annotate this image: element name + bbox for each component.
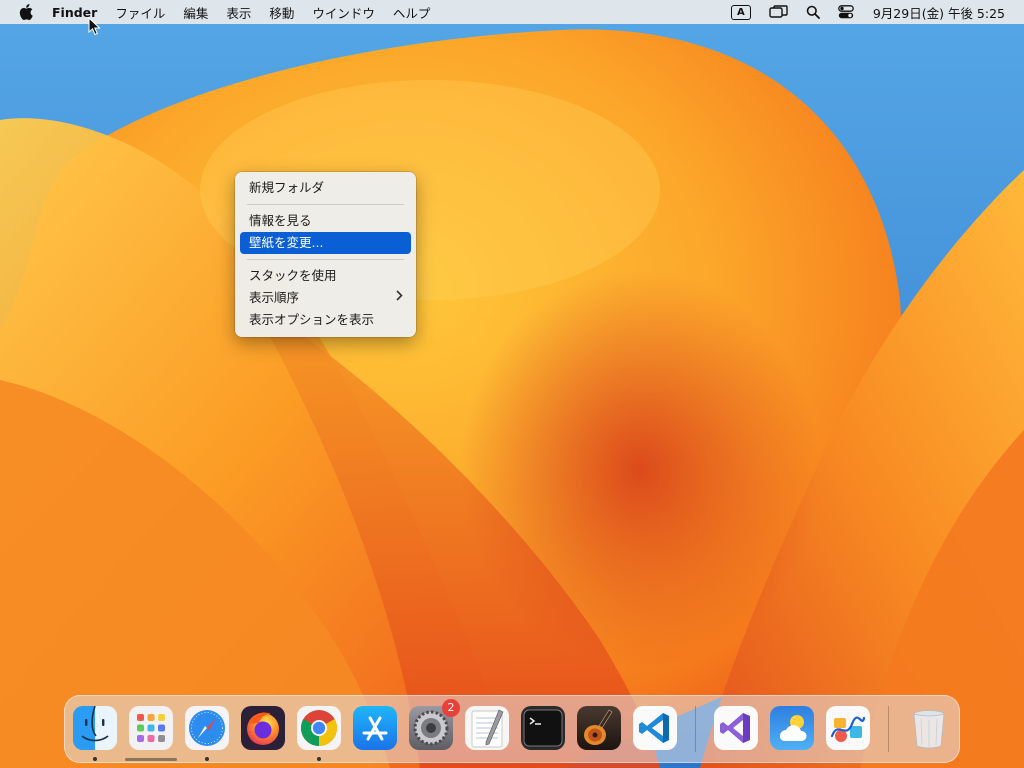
menu-item-get-info[interactable]: 情報を見る [240,210,411,232]
menu-view[interactable]: 表示 [217,3,260,22]
dock-item-weather[interactable] [770,706,814,750]
apple-icon [19,4,33,20]
chevron-right-icon [396,287,403,309]
menu-item-show-view-options[interactable]: 表示オプションを表示 [240,309,411,331]
menu-go[interactable]: 移動 [260,3,303,22]
chrome-icon [300,710,338,746]
desktop-context-menu: 新規フォルダ 情報を見る 壁紙を変更... スタックを使用 表示順序 表示オプシ… [235,172,416,337]
menu-item-new-folder[interactable]: 新規フォルダ [240,177,411,199]
menu-item-label: 表示順序 [249,290,300,305]
menu-separator [247,259,404,260]
wallpaper-art [0,0,1024,768]
safari-icon [189,710,225,746]
dock-item-finder[interactable] [73,706,117,750]
menu-separator [247,204,404,205]
screen-mirroring-icon [769,5,788,18]
spotlight-search-icon [806,5,820,19]
menu-window[interactable]: ウインドウ [303,3,384,22]
dock-divider [695,706,696,752]
menu-bar-clock[interactable]: 9月29日(金) 午後 5:25 [863,3,1024,22]
menu-item-change-wallpaper[interactable]: 壁紙を変更... [240,232,411,254]
screen-mirroring-button[interactable] [760,5,797,19]
menu-item-use-stacks[interactable]: スタックを使用 [240,265,411,287]
menu-edit[interactable]: 編集 [174,3,217,22]
running-indicator [205,757,209,761]
dock-item-vscode[interactable] [633,706,677,750]
textedit-icon [471,709,504,748]
dock-divider [888,706,889,752]
menu-item-label: スタックを使用 [249,268,337,283]
dock-item-trash[interactable] [907,706,951,750]
menu-item-label: 情報を見る [249,213,312,228]
menu-item-label: 新規フォルダ [249,180,325,195]
firefox-icon [247,712,279,745]
garageband-icon [584,709,613,745]
freeform-icon [830,716,866,742]
dock-item-safari[interactable] [185,706,229,750]
apple-menu-button[interactable] [0,4,52,20]
dock: 2 [64,695,960,763]
input-method-menu[interactable]: A [722,4,760,20]
dock-item-terminal[interactable] [521,706,565,750]
finder-icon [73,706,117,750]
terminal-icon [523,709,563,747]
menu-file[interactable]: ファイル [106,3,174,22]
dock-item-garageband[interactable] [577,706,621,750]
weather-icon [779,715,807,741]
dock-scroll-indicator [125,758,177,761]
dock-item-launchpad[interactable] [129,706,173,750]
notification-badge: 2 [442,699,460,717]
dock-item-textedit[interactable] [465,706,509,750]
menu-item-sort-by[interactable]: 表示順序 [240,287,411,309]
launchpad-icon [137,714,165,742]
control-center-button[interactable] [829,5,863,19]
vscode-icon [639,713,669,743]
trash-icon [913,710,945,749]
dock-item-visual-studio[interactable] [714,706,758,750]
running-indicator [317,757,321,761]
running-indicator [93,757,97,761]
status-area: A 9月29日(金) 午後 5:25 [722,0,1024,24]
control-center-icon [838,5,854,19]
desktop-wallpaper[interactable] [0,0,1024,768]
dock-item-chrome[interactable] [297,706,341,750]
spotlight-button[interactable] [797,5,829,19]
visual-studio-icon [720,713,750,743]
menu-item-label: 壁紙を変更... [249,235,324,250]
input-method-icon: A [730,4,751,20]
dock-item-app-store[interactable] [353,706,397,750]
dock-item-freeform[interactable] [826,706,870,750]
menu-help[interactable]: ヘルプ [384,3,440,22]
app-store-icon [362,716,388,741]
menu-bar: Finder ファイル 編集 表示 移動 ウインドウ ヘルプ A 9月29日(金… [0,0,1024,24]
dock-item-firefox[interactable] [241,706,285,750]
mouse-pointer-icon [88,17,101,36]
menu-item-label: 表示オプションを表示 [249,312,375,327]
